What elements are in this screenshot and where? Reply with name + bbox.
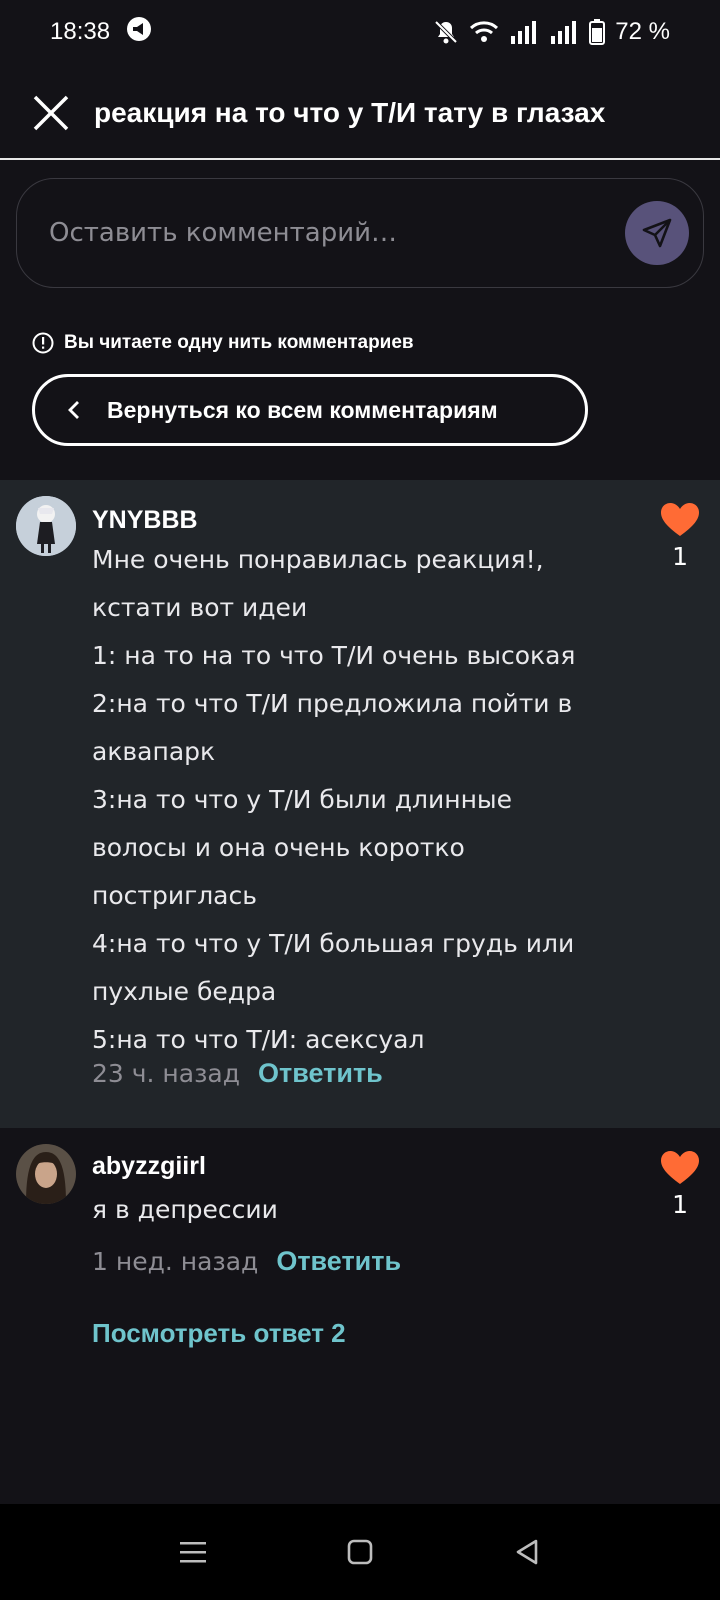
status-time: 18:38: [50, 18, 111, 45]
like-count: 1: [672, 542, 688, 571]
thread-notice-text: Вы читаете одну нить комментариев: [64, 332, 414, 353]
send-button[interactable]: [625, 201, 689, 265]
info-icon: [32, 332, 54, 354]
comment-line: кстати вот идеи: [92, 593, 308, 622]
reply-button[interactable]: Ответить: [276, 1246, 401, 1277]
close-button[interactable]: [26, 88, 76, 138]
comment-meta: 23 ч. назад Ответить: [92, 1058, 383, 1089]
send-icon: [642, 218, 672, 248]
mute-icon: [433, 19, 459, 45]
like-button[interactable]: [660, 502, 704, 542]
comment-line: волосы и она очень коротко: [92, 833, 465, 862]
signal-icon: [549, 20, 579, 44]
comment-timestamp: 1 нед. назад: [92, 1247, 259, 1276]
battery-icon: [589, 19, 606, 45]
system-nav-bar: [0, 1504, 720, 1600]
chevron-left-icon: [68, 401, 79, 419]
reply-button[interactable]: Ответить: [258, 1058, 383, 1089]
heart-icon: [661, 1151, 699, 1184]
top-app-bar: реакция на то что у Т/И тату в глазах: [0, 68, 720, 160]
comment-line: 5:на то что Т/И: асексуал: [92, 1025, 425, 1054]
notification-app-icon: [126, 16, 152, 49]
home-button[interactable]: [330, 1522, 390, 1582]
back-button[interactable]: [497, 1522, 557, 1582]
recent-apps-button[interactable]: [163, 1522, 223, 1582]
comment-input[interactable]: [49, 218, 589, 248]
home-square-icon: [347, 1539, 373, 1565]
comment-line: Мне очень понравилась реакция!,: [92, 545, 544, 574]
status-bar: 18:38 72 %: [0, 0, 720, 64]
heart-icon: [661, 503, 699, 536]
comment-line: аквапарк: [92, 737, 216, 766]
avatar[interactable]: [16, 496, 76, 556]
wifi-icon: [469, 20, 499, 44]
comment-composer: [16, 178, 704, 288]
comment-item: abyzzgiirl я в депрессии 1 нед. назад От…: [0, 1128, 720, 1500]
comment-line: пухлые бедра: [92, 977, 277, 1006]
close-icon: [33, 95, 69, 131]
comment-line: постриглась: [92, 881, 257, 910]
view-replies-link[interactable]: Посмотреть ответ 2: [92, 1318, 346, 1349]
comment-line: 1: на то на то что Т/И очень высокая: [92, 641, 576, 670]
like-button[interactable]: [660, 1150, 704, 1190]
signal-icon: [509, 20, 539, 44]
thread-notice: Вы читаете одну нить комментариев: [32, 332, 414, 354]
username[interactable]: abyzzgiirl: [92, 1152, 206, 1181]
comment-line: 3:на то что у Т/И были длинные: [92, 785, 513, 814]
comment-timestamp: 23 ч. назад: [92, 1059, 240, 1088]
comment-line: 2:на то что Т/И предложила пойти в: [92, 689, 573, 718]
menu-icon: [180, 1542, 207, 1563]
comment-line: я в депрессии: [92, 1195, 278, 1224]
comment-item: YNYBBB Мне очень понравилась реакция!, к…: [0, 480, 720, 1128]
page-title: реакция на то что у Т/И тату в глазах: [94, 97, 606, 128]
back-triangle-icon: [516, 1539, 537, 1565]
comment-meta: 1 нед. назад Ответить: [92, 1246, 401, 1277]
like-count: 1: [672, 1190, 688, 1219]
battery-percent: 72 %: [615, 18, 670, 45]
back-to-all-comments-button[interactable]: Вернуться ко всем комментариям: [32, 374, 588, 446]
back-button-label: Вернуться ко всем комментариям: [107, 396, 498, 423]
username[interactable]: YNYBBB: [92, 506, 198, 535]
comment-body: Мне очень понравилась реакция!, кстати в…: [92, 536, 632, 1064]
comment-line: 4:на то что у Т/И большая грудь или: [92, 929, 575, 958]
avatar[interactable]: [16, 1144, 76, 1204]
comment-body: я в депрессии: [92, 1186, 632, 1234]
